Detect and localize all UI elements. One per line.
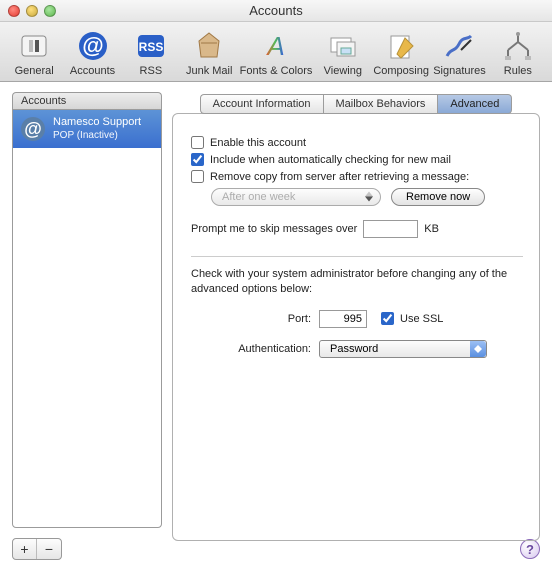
- sidebar-header: Accounts: [12, 92, 162, 109]
- enable-account-row[interactable]: Enable this account: [191, 136, 523, 149]
- toolbar-label: Fonts & Colors: [240, 65, 313, 77]
- at-icon: @: [19, 115, 47, 143]
- signature-icon: [438, 28, 480, 64]
- toolbar-composing[interactable]: Composing: [373, 26, 429, 79]
- enable-account-checkbox[interactable]: [191, 136, 204, 149]
- remove-copy-checkbox[interactable]: [191, 170, 204, 183]
- toolbar-rss[interactable]: RSS RSS: [123, 26, 179, 79]
- accounts-sidebar: Accounts @ Namesco Support POP (Inactive…: [12, 92, 162, 528]
- toolbar-label: General: [15, 65, 54, 77]
- account-sub: POP (Inactive): [53, 130, 141, 143]
- stepper-icon: [470, 341, 486, 357]
- svg-text:RSS: RSS: [139, 40, 164, 54]
- auth-select-wrap: Password: [319, 340, 487, 358]
- ssl-checkbox[interactable]: [381, 312, 394, 325]
- toolbar-label: Viewing: [324, 65, 362, 77]
- toolbar-label: Accounts: [70, 65, 115, 77]
- include-check-row[interactable]: Include when automatically checking for …: [191, 153, 523, 166]
- toolbar-fonts[interactable]: A Fonts & Colors: [239, 26, 312, 79]
- switch-icon: [13, 28, 55, 64]
- tab-bar: Account Information Mailbox Behaviors Ad…: [172, 94, 540, 114]
- toolbar-viewing[interactable]: Viewing: [315, 26, 371, 79]
- remove-copy-row[interactable]: Remove copy from server after retrieving…: [191, 170, 523, 183]
- fonts-icon: A: [255, 28, 297, 64]
- prompt-label-post: KB: [424, 223, 439, 235]
- remove-now-button[interactable]: Remove now: [391, 188, 485, 206]
- port-input[interactable]: [319, 310, 367, 328]
- include-label: Include when automatically checking for …: [210, 154, 451, 166]
- toolbar-label: RSS: [140, 65, 163, 77]
- toolbar-general[interactable]: General: [6, 26, 62, 79]
- svg-text:@: @: [24, 119, 42, 139]
- add-account-button[interactable]: +: [13, 539, 37, 559]
- ssl-label: Use SSL: [400, 313, 443, 325]
- tab-mailbox-behaviors[interactable]: Mailbox Behaviors: [323, 94, 439, 114]
- toolbar-label: Signatures: [433, 65, 486, 77]
- port-row: Port: Use SSL: [191, 310, 523, 328]
- admin-note: Check with your system administrator bef…: [191, 267, 523, 298]
- remove-after-select[interactable]: After one week: [211, 188, 381, 206]
- rules-icon: [497, 28, 539, 64]
- main-area: Accounts @ Namesco Support POP (Inactive…: [0, 82, 552, 534]
- remove-options-row: After one week Remove now: [211, 187, 523, 206]
- enable-account-label: Enable this account: [210, 137, 306, 149]
- include-checkbox[interactable]: [191, 153, 204, 166]
- advanced-panel: Enable this account Include when automat…: [172, 113, 540, 541]
- port-label: Port:: [191, 313, 311, 325]
- tab-advanced[interactable]: Advanced: [438, 94, 512, 114]
- account-text: Namesco Support POP (Inactive): [53, 116, 141, 142]
- account-row[interactable]: @ Namesco Support POP (Inactive): [13, 110, 161, 148]
- auth-select[interactable]: Password: [319, 340, 487, 358]
- tab-account-information[interactable]: Account Information: [200, 94, 323, 114]
- toolbar-label: Composing: [373, 65, 429, 77]
- remove-copy-label: Remove copy from server after retrieving…: [210, 171, 469, 183]
- window-title: Accounts: [0, 3, 552, 18]
- toolbar-signatures[interactable]: Signatures: [431, 26, 487, 79]
- account-name: Namesco Support: [53, 116, 141, 130]
- auth-label: Authentication:: [191, 343, 311, 355]
- prompt-kb-input[interactable]: [363, 220, 418, 238]
- compose-icon: [380, 28, 422, 64]
- ssl-row[interactable]: Use SSL: [381, 312, 443, 325]
- help-button[interactable]: ?: [520, 539, 540, 559]
- svg-text:A: A: [265, 31, 284, 61]
- toolbar-label: Junk Mail: [186, 65, 232, 77]
- titlebar: Accounts: [0, 0, 552, 22]
- remove-account-button[interactable]: −: [37, 539, 61, 559]
- prompt-label-pre: Prompt me to skip messages over: [191, 223, 357, 235]
- toolbar-label: Rules: [504, 65, 532, 77]
- toolbar-accounts[interactable]: @ Accounts: [64, 26, 120, 79]
- viewing-icon: [322, 28, 364, 64]
- toolbar-rules[interactable]: Rules: [490, 26, 546, 79]
- divider: [191, 256, 523, 257]
- toolbar-junk[interactable]: Junk Mail: [181, 26, 237, 79]
- svg-text:@: @: [82, 33, 103, 58]
- add-remove-control: + −: [12, 538, 62, 560]
- content-panel: Account Information Mailbox Behaviors Ad…: [172, 92, 540, 528]
- rss-icon: RSS: [130, 28, 172, 64]
- junk-icon: [188, 28, 230, 64]
- prompt-row: Prompt me to skip messages over KB: [191, 220, 523, 238]
- auth-row: Authentication: Password: [191, 340, 523, 358]
- accounts-list[interactable]: @ Namesco Support POP (Inactive): [12, 109, 162, 528]
- preferences-toolbar: General @ Accounts RSS RSS Junk Mail A F…: [0, 22, 552, 82]
- at-icon: @: [72, 28, 114, 64]
- remove-after-select-wrap: After one week: [211, 187, 381, 206]
